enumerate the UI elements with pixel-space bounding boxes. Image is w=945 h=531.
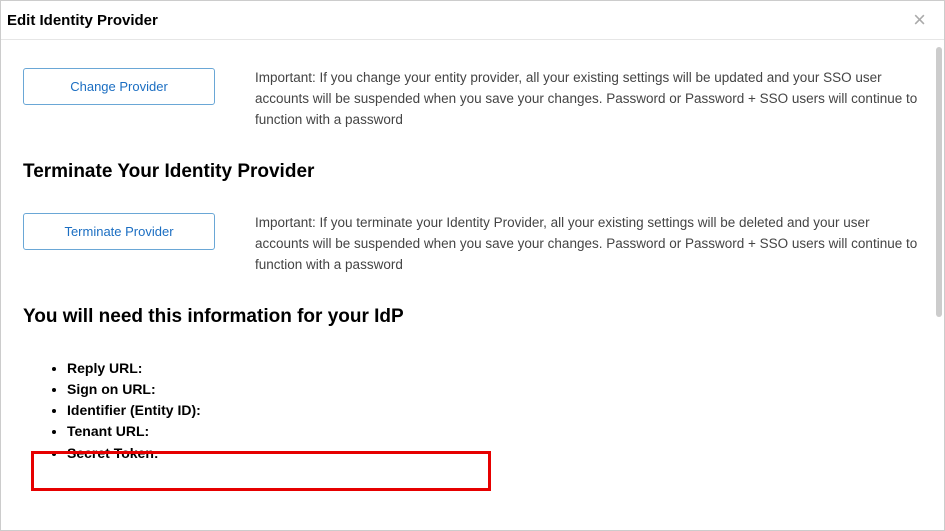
- change-provider-button[interactable]: Change Provider: [23, 68, 215, 105]
- list-item: Identifier (Entity ID):: [67, 400, 922, 420]
- list-item: Tenant URL:: [67, 421, 922, 441]
- dialog-title: Edit Identity Provider: [7, 12, 158, 29]
- list-item: Reply URL:: [67, 358, 922, 378]
- idp-info-list: Reply URL: Sign on URL: Identifier (Enti…: [23, 358, 922, 463]
- scrollbar[interactable]: [936, 47, 942, 317]
- idp-info-heading: You will need this information for your …: [23, 306, 922, 328]
- list-item: Secret Token:: [67, 443, 922, 463]
- change-provider-row: Change Provider Important: If you change…: [23, 68, 922, 131]
- list-item: Sign on URL:: [67, 379, 922, 399]
- terminate-provider-row: Terminate Provider Important: If you ter…: [23, 213, 922, 276]
- change-provider-description: Important: If you change your entity pro…: [255, 68, 922, 131]
- dialog-header: Edit Identity Provider ×: [1, 1, 944, 40]
- dialog-content: Change Provider Important: If you change…: [1, 40, 944, 525]
- terminate-provider-button[interactable]: Terminate Provider: [23, 213, 215, 250]
- terminate-heading: Terminate Your Identity Provider: [23, 161, 922, 183]
- close-icon[interactable]: ×: [909, 7, 930, 33]
- terminate-provider-description: Important: If you terminate your Identit…: [255, 213, 922, 276]
